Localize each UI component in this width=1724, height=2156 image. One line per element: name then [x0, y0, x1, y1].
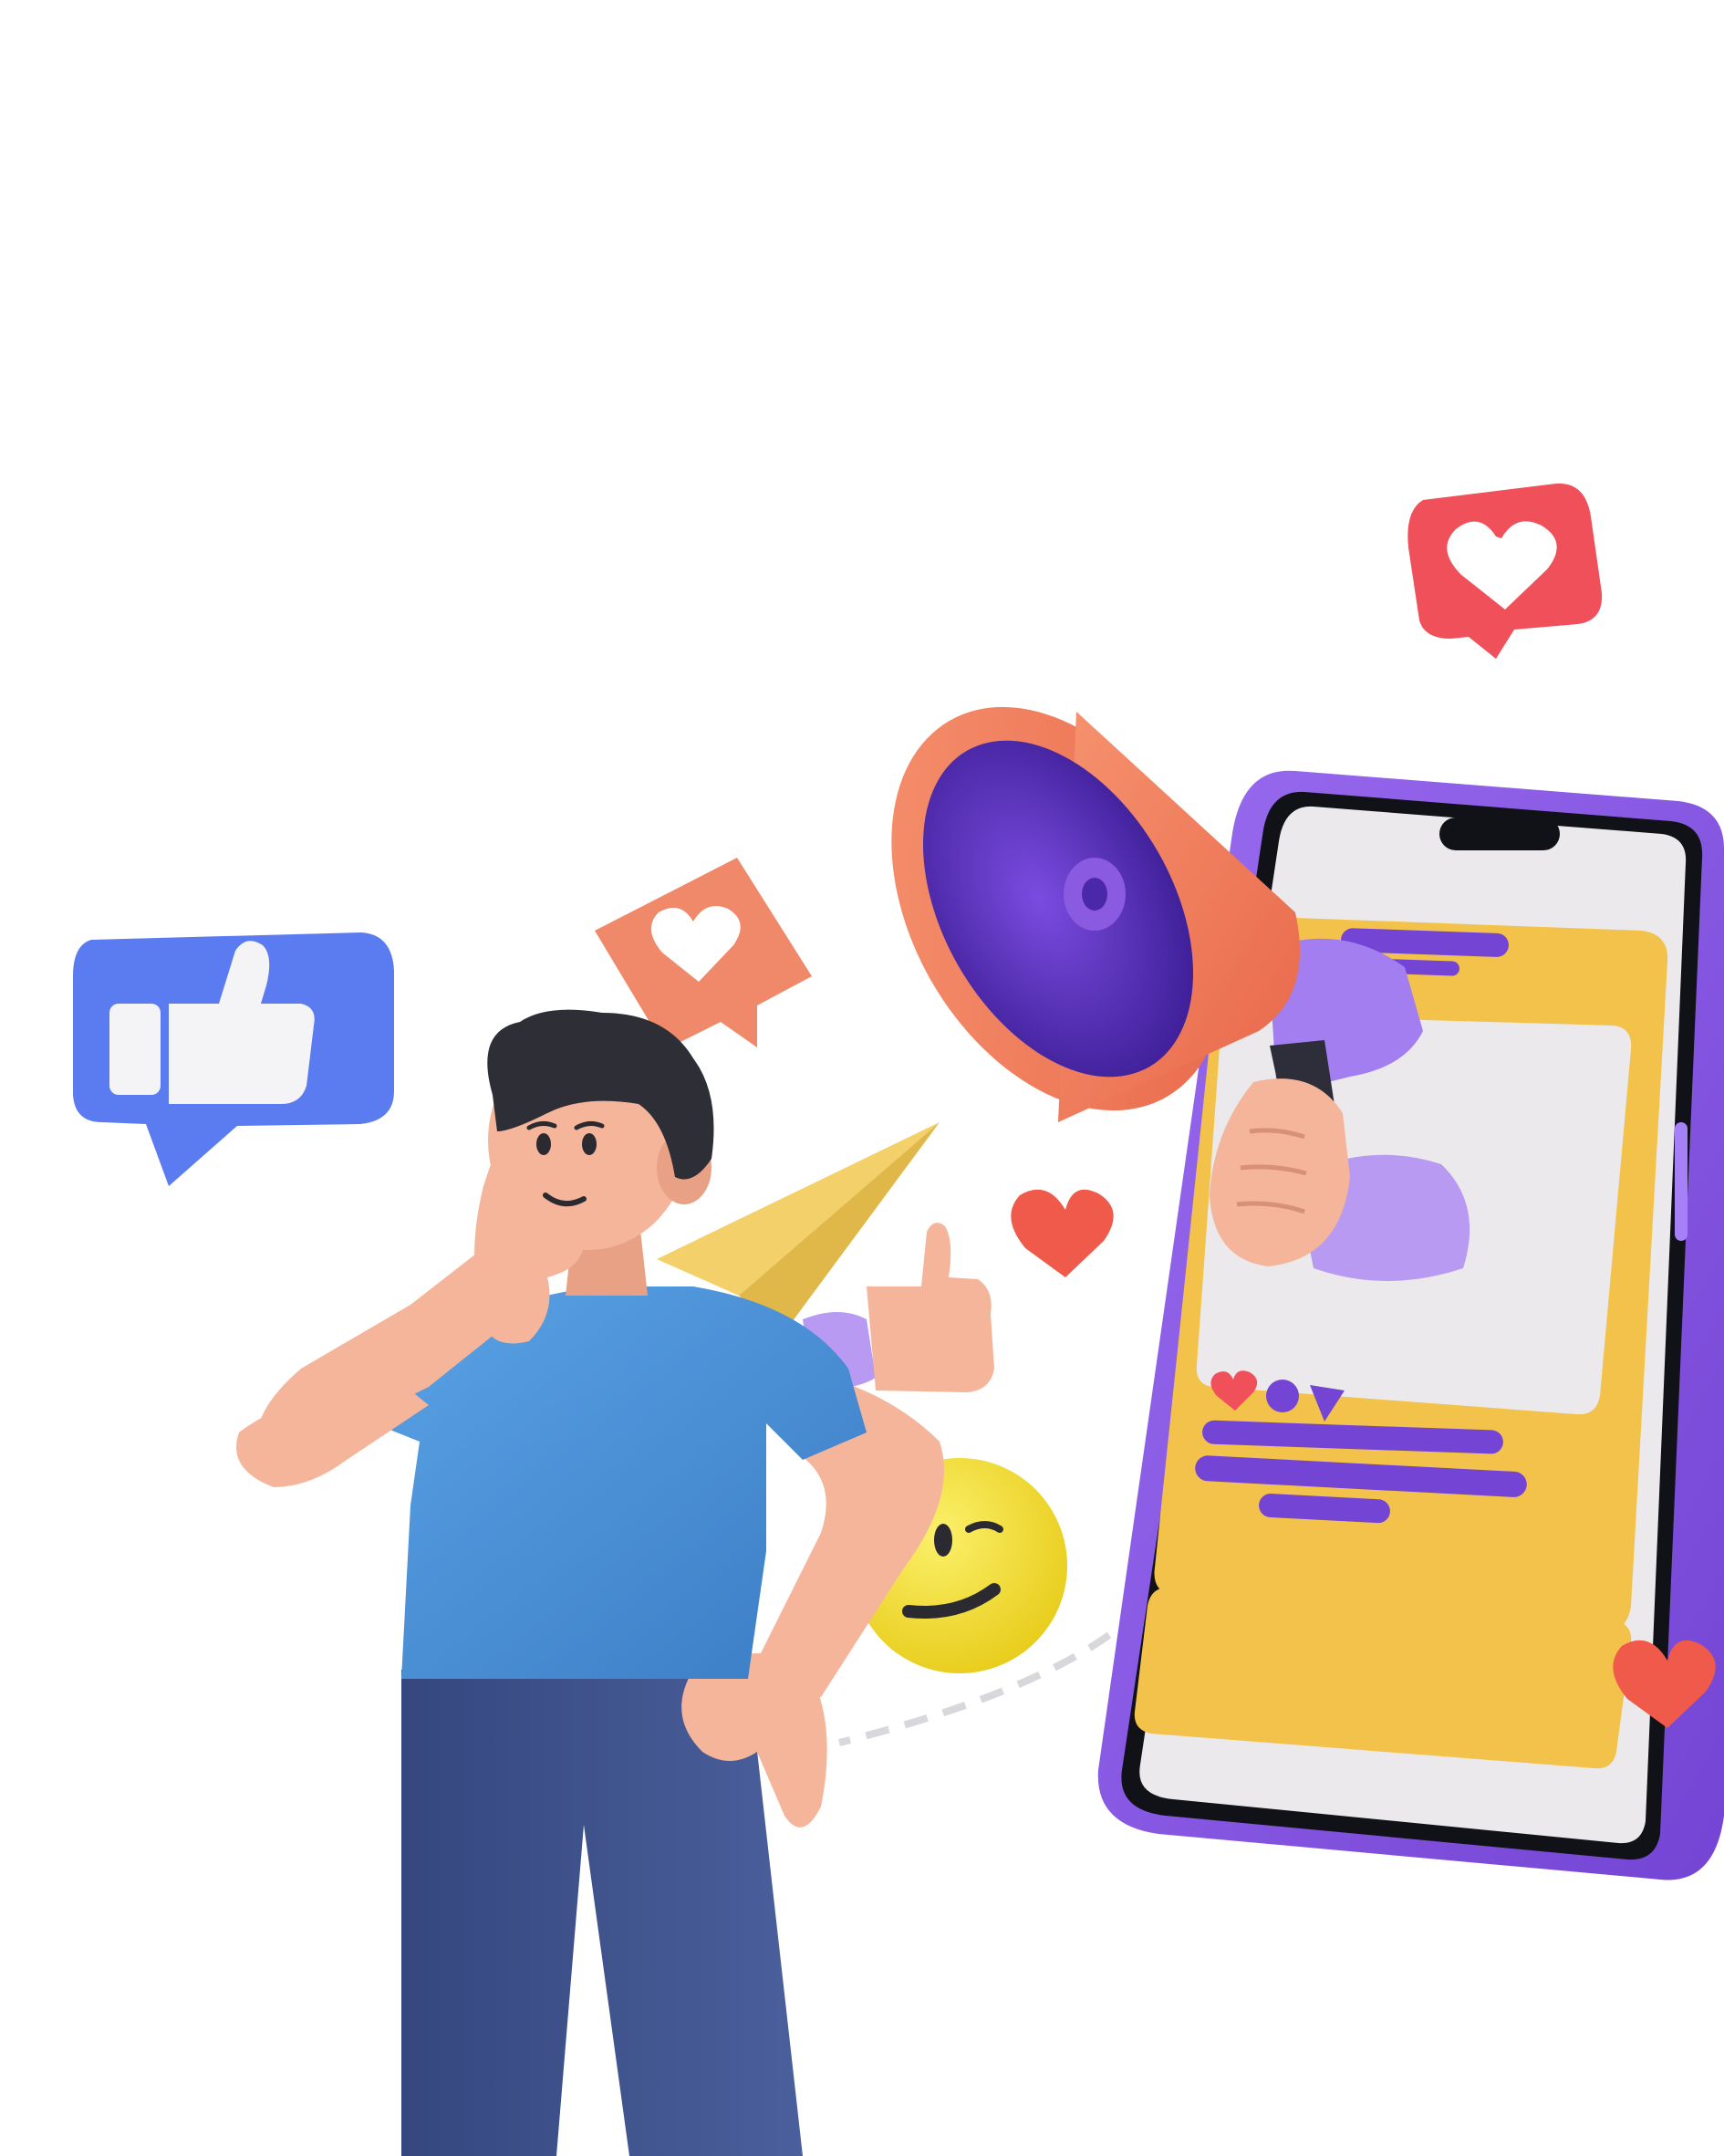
right-eye	[582, 1133, 597, 1155]
like-badge	[73, 932, 394, 1186]
heart-icon	[1011, 1189, 1114, 1277]
heart-badge-top-right	[1407, 483, 1603, 659]
illustration-scene	[0, 0, 1724, 2156]
phone-side-button	[1675, 1122, 1688, 1241]
illustration-canvas	[73, 483, 1724, 2156]
left-eye	[536, 1133, 551, 1155]
phone-notch	[1439, 818, 1560, 850]
post-comment-icon	[1266, 1380, 1299, 1412]
